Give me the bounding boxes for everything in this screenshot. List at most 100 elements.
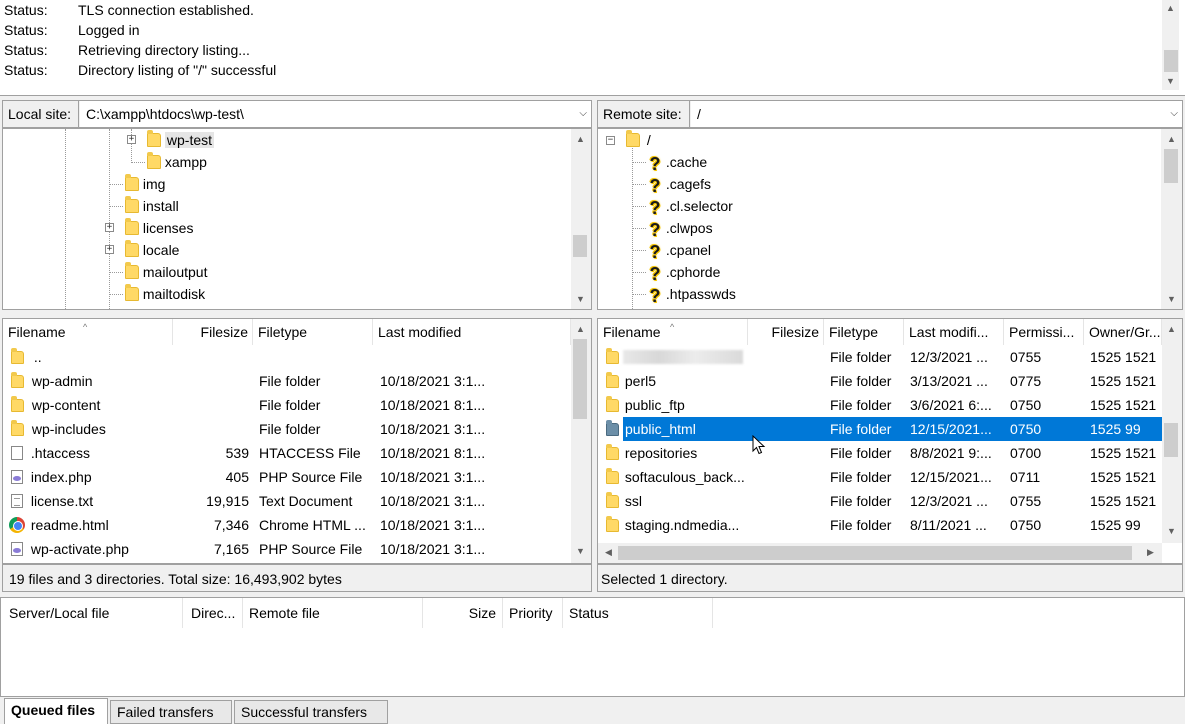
chevron-down-icon[interactable]: ⌵ [579,101,587,127]
unknown-folder-icon: ? [649,286,661,306]
tab-failed-transfers[interactable]: Failed transfers [110,700,232,724]
list-item[interactable]: license.txt 19,915 Text Document 10/18/2… [3,489,571,513]
unknown-folder-icon: ? [649,264,661,284]
chevron-down-icon[interactable]: ⌵ [1170,101,1178,127]
list-item[interactable]: .htaccess 539 HTACCESS File 10/18/2021 8… [3,441,571,465]
local-tree-scrollbar[interactable]: ▲ ▼ [571,129,591,309]
tree-item[interactable]: install [125,195,179,217]
tree-item[interactable]: mailtodisk [125,283,205,305]
column-filetype[interactable]: Filetype [253,319,373,345]
scroll-up-icon[interactable]: ▲ [1163,321,1180,338]
list-item[interactable]: .. [3,345,571,369]
scroll-up-icon[interactable]: ▲ [572,321,589,338]
column-last-modified[interactable]: Last modifi... [904,319,1004,345]
tree-item[interactable]: licenses [125,217,193,239]
list-item[interactable]: softaculous_back... File folder 12/15/20… [598,465,1162,489]
folder-icon [11,420,24,436]
scroll-down-icon[interactable]: ▼ [572,291,589,308]
column-priority[interactable]: Priority [503,598,563,628]
remote-file-list: Filename ^ Filesize Filetype Last modifi.… [597,318,1183,564]
file-icon [11,446,23,460]
column-filesize[interactable]: Filesize [173,319,253,345]
list-item[interactable]: staging.ndmedia... File folder 8/11/2021… [598,513,1162,537]
expand-icon[interactable]: + [127,135,136,144]
list-item[interactable]: readme.html 7,346 Chrome HTML ... 10/18/… [3,513,571,537]
tab-queued-files[interactable]: Queued files [4,698,108,724]
scroll-thumb[interactable] [573,235,587,257]
expand-icon[interactable]: + [105,223,114,232]
local-directory-tree: + wp-test xampp img install + licenses +… [2,128,592,310]
column-owner-group[interactable]: Owner/Gr... [1084,319,1162,345]
column-filesize[interactable]: Filesize [748,319,824,345]
tree-item[interactable]: wp-test [147,129,215,151]
list-item[interactable]: wp-includes File folder 10/18/2021 3:1..… [3,417,571,441]
remote-tree-scrollbar[interactable]: ▲ ▼ [1161,129,1182,309]
tree-item[interactable]: ? .htpasswds [648,283,736,305]
scroll-thumb[interactable] [1164,423,1178,457]
scroll-thumb[interactable] [1164,50,1178,72]
column-filename[interactable]: Filename ^ [598,319,748,345]
scroll-down-icon[interactable]: ▼ [1163,291,1180,308]
column-size[interactable]: Size [423,598,503,628]
log-scrollbar[interactable]: ▲ ▼ [1162,0,1179,90]
tree-item[interactable]: ? .cphorde [648,261,721,284]
list-item[interactable]: File folder 12/3/2021 ... 0755 1525 1521 [598,345,1162,369]
tree-item[interactable]: mailoutput [125,261,207,283]
column-direction[interactable]: Direc... [183,598,243,628]
scroll-up-icon[interactable]: ▲ [572,131,589,148]
tree-item[interactable]: ? .cpanel [648,239,712,261]
tree-item-root[interactable]: / [626,129,651,151]
list-item[interactable]: wp-activate.php 7,165 PHP Source File 10… [3,537,571,561]
folder-icon [606,444,619,460]
scroll-up-icon[interactable]: ▲ [1163,131,1180,148]
remote-list-scrollbar[interactable]: ▲ ▼ [1162,319,1182,543]
scroll-thumb[interactable] [1164,149,1178,183]
scroll-thumb[interactable] [573,339,587,419]
log-line: Status: TLS connection established. [4,2,254,18]
tree-item[interactable]: xampp [147,151,207,173]
local-site-label: Local site: [3,101,79,127]
list-item[interactable]: perl5 File folder 3/13/2021 ... 0775 152… [598,369,1162,393]
column-permissions[interactable]: Permissi... [1004,319,1084,345]
tree-item[interactable]: img [125,173,165,195]
folder-icon [606,516,619,532]
list-item[interactable]: index.php 405 PHP Source File 10/18/2021… [3,465,571,489]
local-path-input[interactable]: C:\xampp\htdocs\wp-test\ ⌵ [80,101,591,127]
tab-successful-transfers[interactable]: Successful transfers [234,700,388,724]
collapse-icon[interactable]: − [606,136,615,145]
list-item[interactable]: public_ftp File folder 3/6/2021 6:... 07… [598,393,1162,417]
column-filename[interactable]: Filename ^ [3,319,173,345]
remote-list-header: Filename ^ Filesize Filetype Last modifi.… [598,319,1162,345]
list-item[interactable]: wp-content File folder 10/18/2021 8:1... [3,393,571,417]
scroll-down-icon[interactable]: ▼ [1163,523,1180,540]
scroll-left-icon[interactable]: ◀ [600,544,617,561]
scroll-up-icon[interactable]: ▲ [1162,0,1179,17]
tree-item[interactable]: ? .cache [648,151,708,173]
expand-icon[interactable]: + [105,245,114,254]
folder-icon [147,152,161,169]
remote-path-input[interactable]: / ⌵ [691,101,1182,127]
scroll-down-icon[interactable]: ▼ [1162,73,1179,90]
sort-ascending-icon: ^ [670,322,675,332]
list-item-selected[interactable]: public_html File folder 12/15/2021... 07… [598,417,1162,441]
scroll-right-icon[interactable]: ▶ [1142,544,1159,561]
column-remote-file[interactable]: Remote file [243,598,423,628]
remote-list-hscrollbar[interactable]: ◀ ▶ [598,543,1162,563]
list-item[interactable]: wp-admin File folder 10/18/2021 3:1... [3,369,571,393]
tree-item[interactable]: locale [125,239,179,261]
local-list-scrollbar[interactable]: ▲ ▼ [571,319,591,563]
folder-icon [606,492,619,508]
column-status[interactable]: Status [563,598,713,628]
tree-item[interactable]: ? .clwpos [648,217,713,239]
column-last-modified[interactable]: Last modified [373,319,571,345]
scroll-down-icon[interactable]: ▼ [572,543,589,560]
sort-ascending-icon: ^ [83,322,88,332]
list-item[interactable]: ssl File folder 12/3/2021 ... 0755 1525 … [598,489,1162,513]
folder-icon [11,348,24,364]
column-filetype[interactable]: Filetype [824,319,904,345]
tree-item[interactable]: ? .cl.selector [648,195,733,217]
list-item[interactable]: repositories File folder 8/8/2021 9:... … [598,441,1162,465]
column-server-local-file[interactable]: Server/Local file [1,598,183,628]
tree-item[interactable]: ? .cagefs [648,173,712,195]
scroll-thumb[interactable] [618,546,1132,560]
